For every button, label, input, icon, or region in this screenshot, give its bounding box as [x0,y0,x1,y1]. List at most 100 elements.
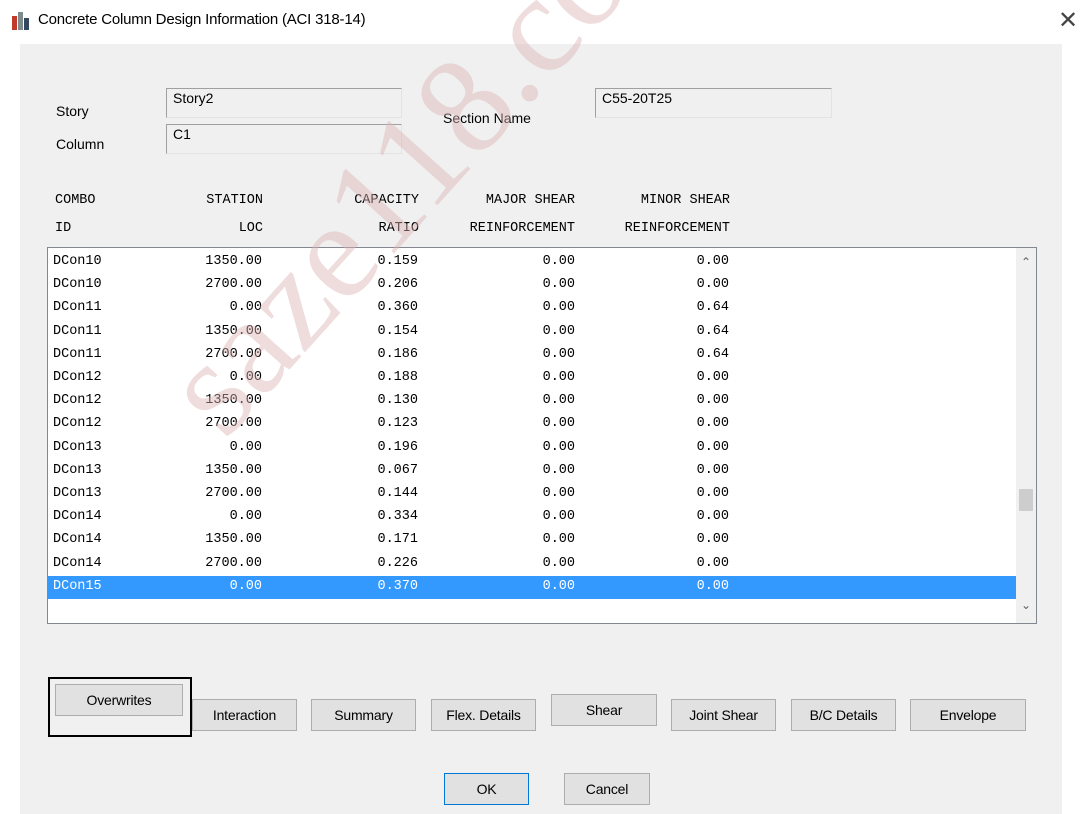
table-cell: 1350.00 [205,532,262,548]
table-cell: 0.360 [377,300,418,316]
table-cell: 0.00 [696,486,729,501]
table-cell: 0.00 [696,509,729,525]
table-cell: DCon14 [53,509,102,525]
app-icon [12,12,29,30]
table-cell: 0.067 [377,462,418,478]
table-cell: 0.00 [542,555,575,571]
table-cell: 0.00 [542,254,575,269]
ok-button[interactable]: OK [444,773,529,805]
column-field: C1 [166,124,402,154]
table-cell: DCon13 [53,462,102,478]
table-cell: 0.130 [377,393,418,409]
table-cell: 0.370 [377,578,418,594]
table-cell: DCon13 [53,439,102,455]
table-row[interactable]: DCon11 0.00 0.360 0.00 0.64 [48,297,1016,320]
header-station: STATION [206,193,263,208]
table-cell: 0.00 [542,439,575,455]
envelope-button[interactable]: Envelope [910,699,1026,731]
vertical-scrollbar[interactable]: ⌃ ⌄ [1016,248,1036,623]
table-cell: 0.00 [542,393,575,409]
table-cell: 0.334 [377,509,418,525]
table-cell: 0.00 [696,370,729,385]
table-cell: 0.206 [377,277,418,293]
table-cell: 2700.00 [205,277,262,293]
table-cell: 0.00 [542,300,575,316]
table-cell: 0.00 [542,532,575,548]
scroll-down-icon[interactable]: ⌄ [1020,598,1032,612]
table-cell: 1350.00 [205,323,262,339]
close-icon[interactable]: ✕ [1058,6,1078,36]
table-cell: DCon12 [53,370,102,385]
section-name-field: C55-20T25 [595,88,832,118]
table-row[interactable]: DCon12 2700.00 0.123 0.00 0.00 [48,413,1016,436]
table-row[interactable]: DCon14 1350.00 0.171 0.00 0.00 [48,529,1016,552]
table-cell: 0.00 [542,578,575,594]
table-cell: 0.00 [542,277,575,293]
table-cell: 0.00 [696,532,729,548]
cancel-button[interactable]: Cancel [564,773,650,805]
bc-details-button[interactable]: B/C Details [791,699,896,731]
table-row[interactable]: DCon12 1350.00 0.130 0.00 0.00 [48,390,1016,413]
table-cell: 0.00 [542,486,575,501]
table-row[interactable]: DCon13 2700.00 0.144 0.00 0.00 [48,483,1016,506]
table-cell: 0.159 [377,254,418,269]
table-cell: 2700.00 [205,346,262,362]
table-cell: DCon11 [53,323,102,339]
table-cell: DCon10 [53,254,102,269]
table-cell: 0.00 [229,509,262,525]
header-minor-shear: MINOR SHEAR [640,193,730,208]
table-cell: 2700.00 [205,416,262,432]
table-cell: 0.00 [542,509,575,525]
table-cell: 0.00 [696,555,729,571]
table-cell: 2700.00 [205,486,262,501]
table-row[interactable]: DCon14 2700.00 0.226 0.00 0.00 [48,553,1016,576]
table-cell: 1350.00 [205,462,262,478]
table-cell: DCon15 [53,578,102,594]
table-row[interactable]: DCon10 2700.00 0.206 0.00 0.00 [48,274,1016,297]
joint-shear-button[interactable]: Joint Shear [671,699,776,731]
table-row[interactable]: DCon13 0.00 0.196 0.00 0.00 [48,437,1016,460]
table-cell: 0.196 [377,439,418,455]
header-ratio: RATIO [378,221,419,236]
table-cell: DCon13 [53,486,102,501]
table-cell: 0.123 [377,416,418,432]
header-loc: LOC [238,221,263,236]
table-cell: 0.226 [377,555,418,571]
table-cell: 0.64 [696,346,729,362]
overwrites-button[interactable]: Overwrites [55,684,183,716]
story-label: Story [56,103,89,119]
table-row[interactable]: DCon11 1350.00 0.154 0.00 0.64 [48,321,1016,344]
table-cell: 0.00 [696,416,729,432]
table-cell: 0.144 [377,486,418,501]
table-row[interactable]: DCon11 2700.00 0.186 0.00 0.64 [48,344,1016,367]
table-cell: 0.00 [696,439,729,455]
header-major-shear: MAJOR SHEAR [485,193,575,208]
table-cell: 0.00 [229,370,262,385]
section-name-label: Section Name [443,110,531,126]
table-cell: 0.00 [229,300,262,316]
header-combo: COMBO [55,193,96,208]
scroll-up-icon[interactable]: ⌃ [1020,255,1032,269]
summary-button[interactable]: Summary [311,699,416,731]
table-row[interactable]: DCon15 0.00 0.370 0.00 0.00 [48,575,1016,599]
header-capacity: CAPACITY [354,193,419,208]
table-cell: 0.00 [542,346,575,362]
table-row[interactable]: DCon14 0.00 0.334 0.00 0.00 [48,506,1016,529]
table-row[interactable]: DCon10 1350.00 0.159 0.00 0.00 [48,251,1016,274]
table-cell: 0.00 [229,439,262,455]
interaction-button[interactable]: Interaction [192,699,297,731]
shear-button[interactable]: Shear [551,694,657,726]
table-row[interactable]: DCon13 1350.00 0.067 0.00 0.00 [48,460,1016,483]
table-cell: 0.64 [696,300,729,316]
window-title: Concrete Column Design Information (ACI … [38,11,366,28]
table-cell: 0.00 [542,323,575,339]
table-cell: 0.00 [542,370,575,385]
table-cell: 0.00 [542,462,575,478]
flex-details-button[interactable]: Flex. Details [431,699,536,731]
scroll-thumb[interactable] [1019,489,1033,511]
table-cell: DCon10 [53,277,102,293]
results-list[interactable]: DCon10 1350.00 0.159 0.00 0.00 DCon10 2700.00 0… [47,247,1037,624]
table-row[interactable]: DCon12 0.00 0.188 0.00 0.00 [48,367,1016,390]
header-minor-reinf: REINFORCEMENT [624,221,730,236]
table-cell: 1350.00 [205,393,262,409]
